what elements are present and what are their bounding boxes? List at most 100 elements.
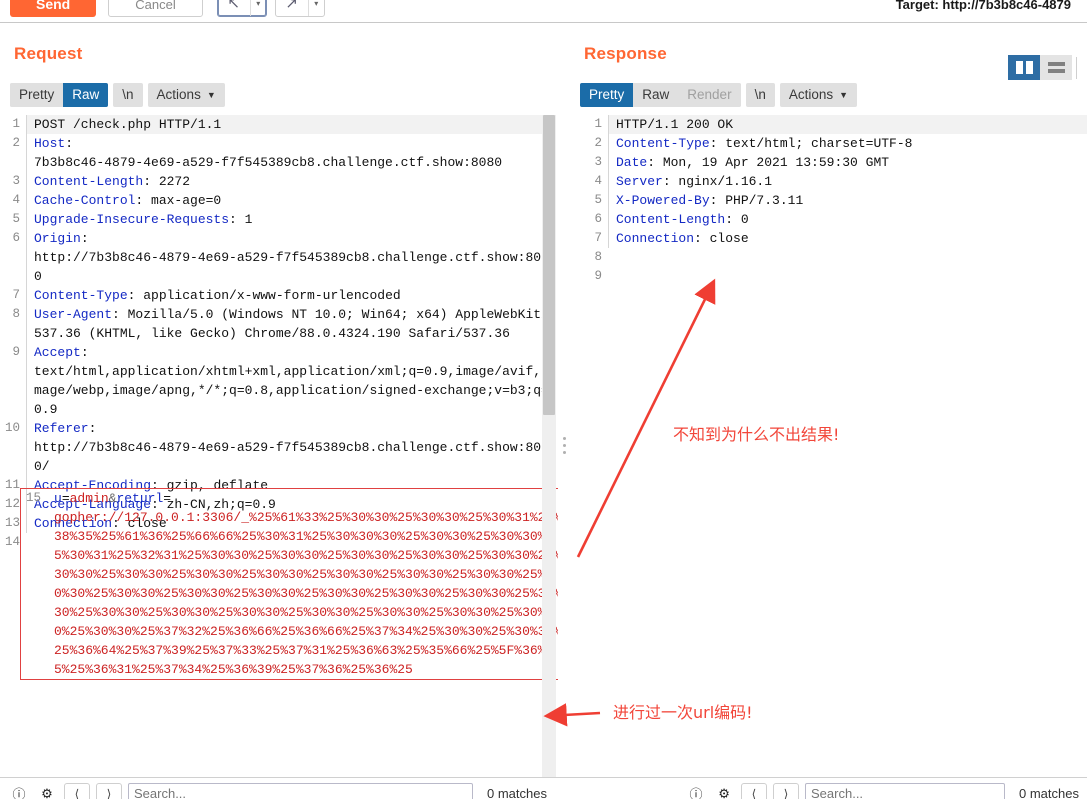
forward-button[interactable]: ↗ ▾	[274, 0, 325, 17]
search-next-button[interactable]: ⟩	[773, 782, 800, 799]
code-line: 7 Content-Type: application/x-www-form-ur…	[0, 286, 556, 305]
code-line-content: Content-Type: text/html; charset=UTF-8	[608, 134, 1087, 153]
tab-request-newline[interactable]: \n	[113, 83, 143, 107]
header-key: Content-Length	[616, 212, 726, 227]
request-body-row: 15 u=admin&returl= gopher://127.0.0.1:33…	[21, 489, 566, 679]
splitter-grip-icon	[562, 437, 566, 454]
param-u-value: admin	[69, 491, 109, 506]
header-key: Cache-Control	[34, 193, 136, 208]
line-number: 1	[12, 117, 20, 131]
arrow-back-icon: ↖	[227, 0, 240, 12]
line-number: 2	[12, 136, 20, 150]
line-number: 2	[594, 136, 602, 150]
code-line-content: Content-Type: application/x-www-form-url…	[26, 286, 556, 305]
tab-request-pretty[interactable]: Pretty	[10, 83, 64, 107]
request-actions-label: Actions	[156, 87, 201, 102]
line-number: 3	[12, 174, 20, 188]
header-value: POST /check.php HTTP/1.1	[34, 117, 222, 132]
line-number: 10	[4, 421, 20, 435]
target-label: Target: http://7b3b8c46-4879	[895, 0, 1071, 12]
search-prev-button[interactable]: ⟨	[741, 782, 768, 799]
chevron-down-icon[interactable]: ▾	[307, 0, 324, 16]
request-scrollbar-thumb[interactable]	[543, 115, 555, 415]
code-line: 8	[582, 248, 1087, 267]
header-value: HTTP/1.1 200 OK	[616, 117, 734, 132]
line-number: 4	[594, 174, 602, 188]
send-button[interactable]: Send	[10, 0, 97, 17]
header-value: : 7b3b8c46-4879-4e69-a529-f7f545389cb8.c…	[34, 136, 503, 170]
line-number: 4	[12, 193, 20, 207]
request-tabs: Pretty Raw \n Actions ▼	[10, 83, 225, 107]
line-number: 9	[12, 345, 20, 359]
stacked-view-button[interactable]	[1040, 55, 1072, 80]
response-tabs: Pretty Raw Render \n Actions ▼	[580, 83, 858, 107]
code-line-content: HTTP/1.1 200 OK	[608, 115, 1087, 134]
panel-splitter[interactable]	[558, 92, 570, 799]
burp-repeater-window: Send Cancel ↖ ▾ ↗ ▾ Target: http://7b3b8…	[0, 0, 1087, 799]
param-returl-equals: =	[163, 491, 172, 506]
header-value: : Mozilla/5.0 (Windows NT 10.0; Win64; x…	[34, 307, 549, 341]
code-line-content: POST /check.php HTTP/1.1	[26, 115, 556, 134]
param-u-equals: =	[61, 491, 70, 506]
response-format-tabs: Pretty Raw Render	[580, 83, 741, 107]
code-line: 4 Cache-Control: max-age=0	[0, 191, 556, 210]
request-search-input[interactable]	[128, 782, 473, 799]
line-number: 8	[594, 250, 602, 264]
question-circle-icon[interactable]: ⓘ	[685, 783, 707, 799]
code-line: 3 Date: Mon, 19 Apr 2021 13:59:30 GMT	[582, 153, 1087, 172]
header-value: : PHP/7.3.11	[709, 193, 804, 208]
response-match-count: 0 matches	[1019, 786, 1079, 799]
line-number: 3	[594, 155, 602, 169]
tab-response-pretty[interactable]: Pretty	[580, 83, 634, 107]
code-line: 4 Server: nginx/1.16.1	[582, 172, 1087, 191]
response-panel: Response Pretty Raw Render \n Actions ▼	[570, 23, 1087, 783]
code-line-content: Connection: close	[608, 229, 1087, 248]
code-line: 1 POST /check.php HTTP/1.1	[0, 115, 556, 134]
cancel-button[interactable]: Cancel	[108, 0, 203, 17]
code-line-content: Host: 7b3b8c46-4879-4e69-a529-f7f545389c…	[26, 134, 556, 172]
line-number: 6	[594, 212, 602, 226]
tab-response-raw[interactable]: Raw	[633, 83, 679, 107]
chevron-down-icon: ▼	[839, 90, 849, 100]
line-number: 5	[594, 193, 602, 207]
code-line: 7 Connection: close	[582, 229, 1087, 248]
request-body-editor[interactable]: 1 POST /check.php HTTP/1.1 2 Host: 7b3b8c46…	[0, 115, 556, 783]
split-view-button[interactable]	[1008, 55, 1040, 80]
request-body-content[interactable]: u=admin&returl= gopher://127.0.0.1:3306/…	[47, 489, 566, 679]
request-actions-button[interactable]: Actions ▼	[147, 83, 225, 107]
search-next-button[interactable]: ⟩	[96, 782, 122, 799]
response-title: Response	[584, 44, 667, 63]
code-line-content: Cache-Control: max-age=0	[26, 191, 556, 210]
gear-icon[interactable]: ⚙	[713, 783, 735, 799]
chevron-down-icon[interactable]: ▾	[249, 0, 266, 16]
tab-response-render: Render	[678, 83, 741, 107]
code-line-content: Accept: text/html,application/xhtml+xml,…	[26, 343, 556, 419]
line-number: 1	[594, 117, 602, 131]
gear-icon[interactable]: ⚙	[36, 783, 58, 799]
tab-response-newline[interactable]: \n	[745, 83, 775, 107]
code-line: 6 Origin: http://7b3b8c46-4879-4e69-a529-…	[0, 229, 556, 286]
header-value: : max-age=0	[135, 193, 222, 208]
chevron-down-icon: ▼	[206, 90, 216, 100]
line-number: 9	[594, 269, 602, 283]
code-line: 6 Content-Length: 0	[582, 210, 1087, 229]
code-line-content: Date: Mon, 19 Apr 2021 13:59:30 GMT	[608, 153, 1087, 172]
response-line-list: 1 HTTP/1.1 200 OK 2 Content-Type: text/html…	[582, 115, 1087, 286]
tab-request-raw[interactable]: Raw	[63, 83, 109, 107]
toolbar-divider	[1076, 56, 1077, 79]
back-button[interactable]: ↖ ▾	[216, 0, 267, 17]
response-body-viewer[interactable]: 1 HTTP/1.1 200 OK 2 Content-Type: text/html…	[582, 115, 1087, 783]
request-scrollbar[interactable]	[542, 115, 556, 783]
line-number: 8	[12, 307, 20, 321]
code-line: 10 Referer: http://7b3b8c46-4879-4e69-a52…	[0, 419, 556, 476]
question-circle-icon[interactable]: ⓘ	[8, 783, 30, 799]
code-line-content: Referer: http://7b3b8c46-4879-4e69-a529-…	[26, 419, 556, 476]
param-u-name: u	[54, 491, 62, 506]
header-value: : 0	[725, 212, 749, 227]
header-value: : text/html,application/xhtml+xml,applic…	[34, 345, 549, 417]
search-prev-button[interactable]: ⟨	[64, 782, 90, 799]
header-key: Connection	[616, 231, 695, 246]
response-search-input[interactable]	[805, 782, 1006, 799]
response-actions-button[interactable]: Actions ▼	[779, 83, 858, 107]
code-line: 9	[582, 267, 1087, 286]
